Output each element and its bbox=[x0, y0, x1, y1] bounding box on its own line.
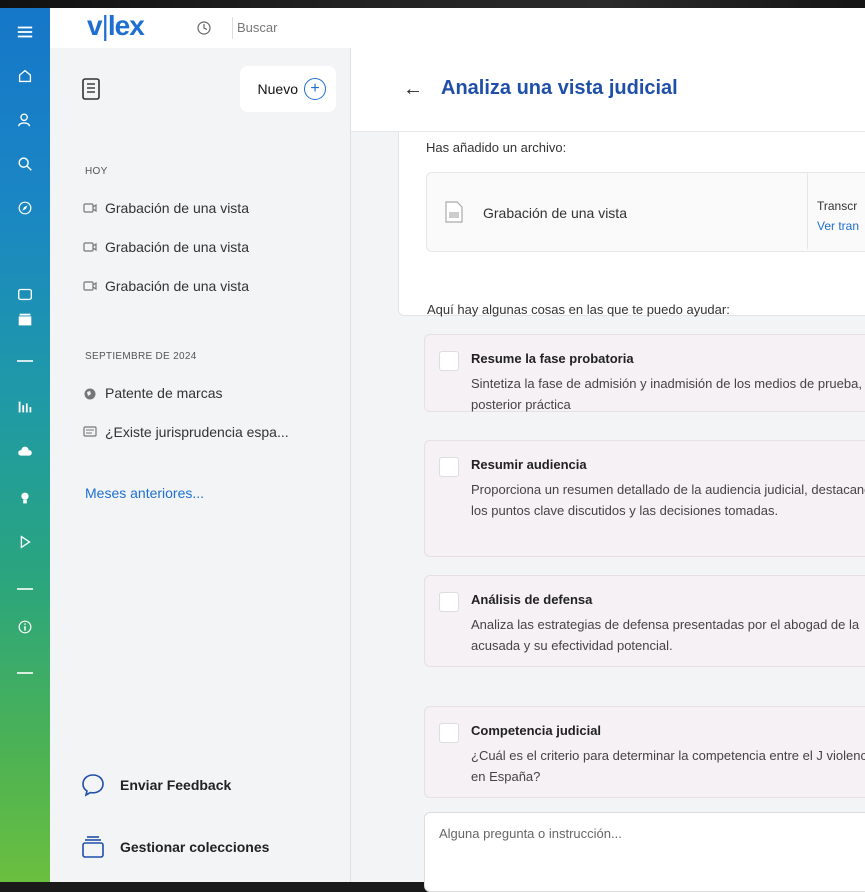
view-transcription-link[interactable]: Ver tran bbox=[817, 219, 859, 233]
help-intro: Aquí hay algunas cosas en las que te pue… bbox=[427, 302, 730, 317]
lightbulb-icon[interactable] bbox=[0, 482, 50, 514]
home-icon[interactable] bbox=[0, 60, 50, 92]
previous-months-link[interactable]: Meses anteriores... bbox=[85, 485, 204, 501]
sidebar: Nuevo + HOY Grabación de una vista Graba… bbox=[50, 48, 351, 882]
file-heading: Has añadido un archivo: bbox=[426, 140, 567, 155]
suggestion-card[interactable]: Análisis de defensa Analiza las estrateg… bbox=[424, 575, 865, 667]
history-item-label: Grabación de una vista bbox=[105, 200, 249, 216]
user-search-icon[interactable] bbox=[0, 104, 50, 136]
left-rail bbox=[0, 8, 50, 882]
rail-divider bbox=[17, 360, 33, 362]
history-item-label: Patente de marcas bbox=[105, 385, 223, 401]
feedback-button[interactable]: Enviar Feedback bbox=[80, 772, 231, 798]
info-icon[interactable] bbox=[0, 611, 50, 643]
top-header: v|lex Buscar bbox=[50, 8, 865, 49]
history-item[interactable]: Grabación de una vista bbox=[83, 237, 249, 257]
manage-collections-button[interactable]: Gestionar colecciones bbox=[80, 834, 269, 860]
collections-label: Gestionar colecciones bbox=[120, 839, 270, 855]
play-icon[interactable] bbox=[0, 526, 50, 558]
top-band bbox=[0, 0, 865, 8]
chat-icon bbox=[83, 426, 97, 438]
history-item-label: Grabación de una vista bbox=[105, 278, 249, 294]
suggestion-description: Proporciona un resumen detallado de la a… bbox=[471, 482, 865, 518]
video-icon bbox=[83, 280, 97, 292]
globe-icon bbox=[83, 387, 97, 400]
speech-bubble-icon bbox=[82, 774, 104, 797]
suggestion-title: Competencia judicial bbox=[471, 723, 602, 738]
history-item[interactable]: ¿Existe jurisprudencia espa... bbox=[83, 422, 289, 442]
suggestion-card[interactable]: Competencia judicial ¿Cuál es el criteri… bbox=[424, 706, 865, 798]
main-header: ← Analiza una vista judicial bbox=[351, 48, 865, 132]
history-item[interactable]: Grabación de una vista bbox=[83, 198, 249, 218]
file-info: Grabación de una vista bbox=[427, 173, 808, 249]
history-item-label: Grabación de una vista bbox=[105, 239, 249, 255]
history-item[interactable]: Grabación de una vista bbox=[83, 276, 249, 296]
main-content: ← Analiza una vista judicial Has añadido… bbox=[351, 48, 865, 892]
suggestion-card[interactable]: Resumir audiencia Proporciona un resumen… bbox=[424, 440, 865, 557]
feedback-label: Enviar Feedback bbox=[120, 777, 232, 793]
compass-icon[interactable] bbox=[0, 192, 50, 224]
menu-icon[interactable] bbox=[0, 16, 50, 48]
suggestion-description: Analiza las estrategias de defensa prese… bbox=[471, 617, 860, 653]
suggestion-title: Resume la fase probatoria bbox=[471, 351, 634, 366]
history-item[interactable]: Patente de marcas bbox=[83, 383, 223, 403]
file-card: Has añadido un archivo: Grabación de una… bbox=[398, 132, 865, 316]
file-name: Grabación de una vista bbox=[483, 205, 627, 221]
suggestion-description: Sintetiza la fase de admisión y inadmisi… bbox=[471, 376, 865, 412]
plus-icon: + bbox=[304, 78, 326, 100]
suggestion-title: Análisis de defensa bbox=[471, 592, 593, 607]
suggestion-checkbox[interactable] bbox=[439, 592, 459, 612]
document-icon bbox=[445, 201, 463, 223]
suggestion-card[interactable]: Resume la fase probatoria Sintetiza la f… bbox=[424, 334, 865, 412]
analytics-icon[interactable] bbox=[0, 391, 50, 423]
search-input[interactable]: Buscar bbox=[232, 17, 357, 39]
question-box bbox=[424, 812, 865, 892]
transcription-label: Transcr bbox=[817, 199, 858, 213]
collections-stack-icon bbox=[82, 836, 104, 858]
attached-file[interactable]: Grabación de una vista Transcr Ver tran bbox=[426, 172, 865, 252]
collections-icon[interactable] bbox=[0, 304, 50, 336]
search-icon[interactable] bbox=[0, 148, 50, 180]
suggestion-checkbox[interactable] bbox=[439, 457, 459, 477]
notebook-icon[interactable] bbox=[81, 78, 101, 100]
suggestion-checkbox[interactable] bbox=[439, 723, 459, 743]
video-icon bbox=[83, 241, 97, 253]
rail-divider bbox=[17, 672, 33, 674]
history-item-label: ¿Existe jurisprudencia espa... bbox=[105, 424, 289, 440]
suggestion-title: Resumir audiencia bbox=[471, 457, 587, 472]
vlex-logo[interactable]: v|lex bbox=[87, 10, 145, 42]
new-button-label: Nuevo bbox=[257, 81, 298, 97]
section-label: SEPTIEMBRE DE 2024 bbox=[85, 351, 197, 362]
suggestion-description: ¿Cuál es el criterio para determinar la … bbox=[471, 748, 865, 784]
section-label: HOY bbox=[85, 166, 108, 177]
rail-divider bbox=[17, 588, 33, 590]
question-input[interactable] bbox=[437, 825, 865, 842]
cloud-icon[interactable] bbox=[0, 436, 50, 468]
back-arrow-icon[interactable]: ← bbox=[403, 78, 423, 101]
new-conversation-button[interactable]: Nuevo + bbox=[240, 66, 336, 112]
suggestion-checkbox[interactable] bbox=[439, 351, 459, 371]
history-icon[interactable] bbox=[196, 20, 212, 36]
video-icon bbox=[83, 202, 97, 214]
page-title: Analiza una vista judicial bbox=[441, 77, 678, 99]
